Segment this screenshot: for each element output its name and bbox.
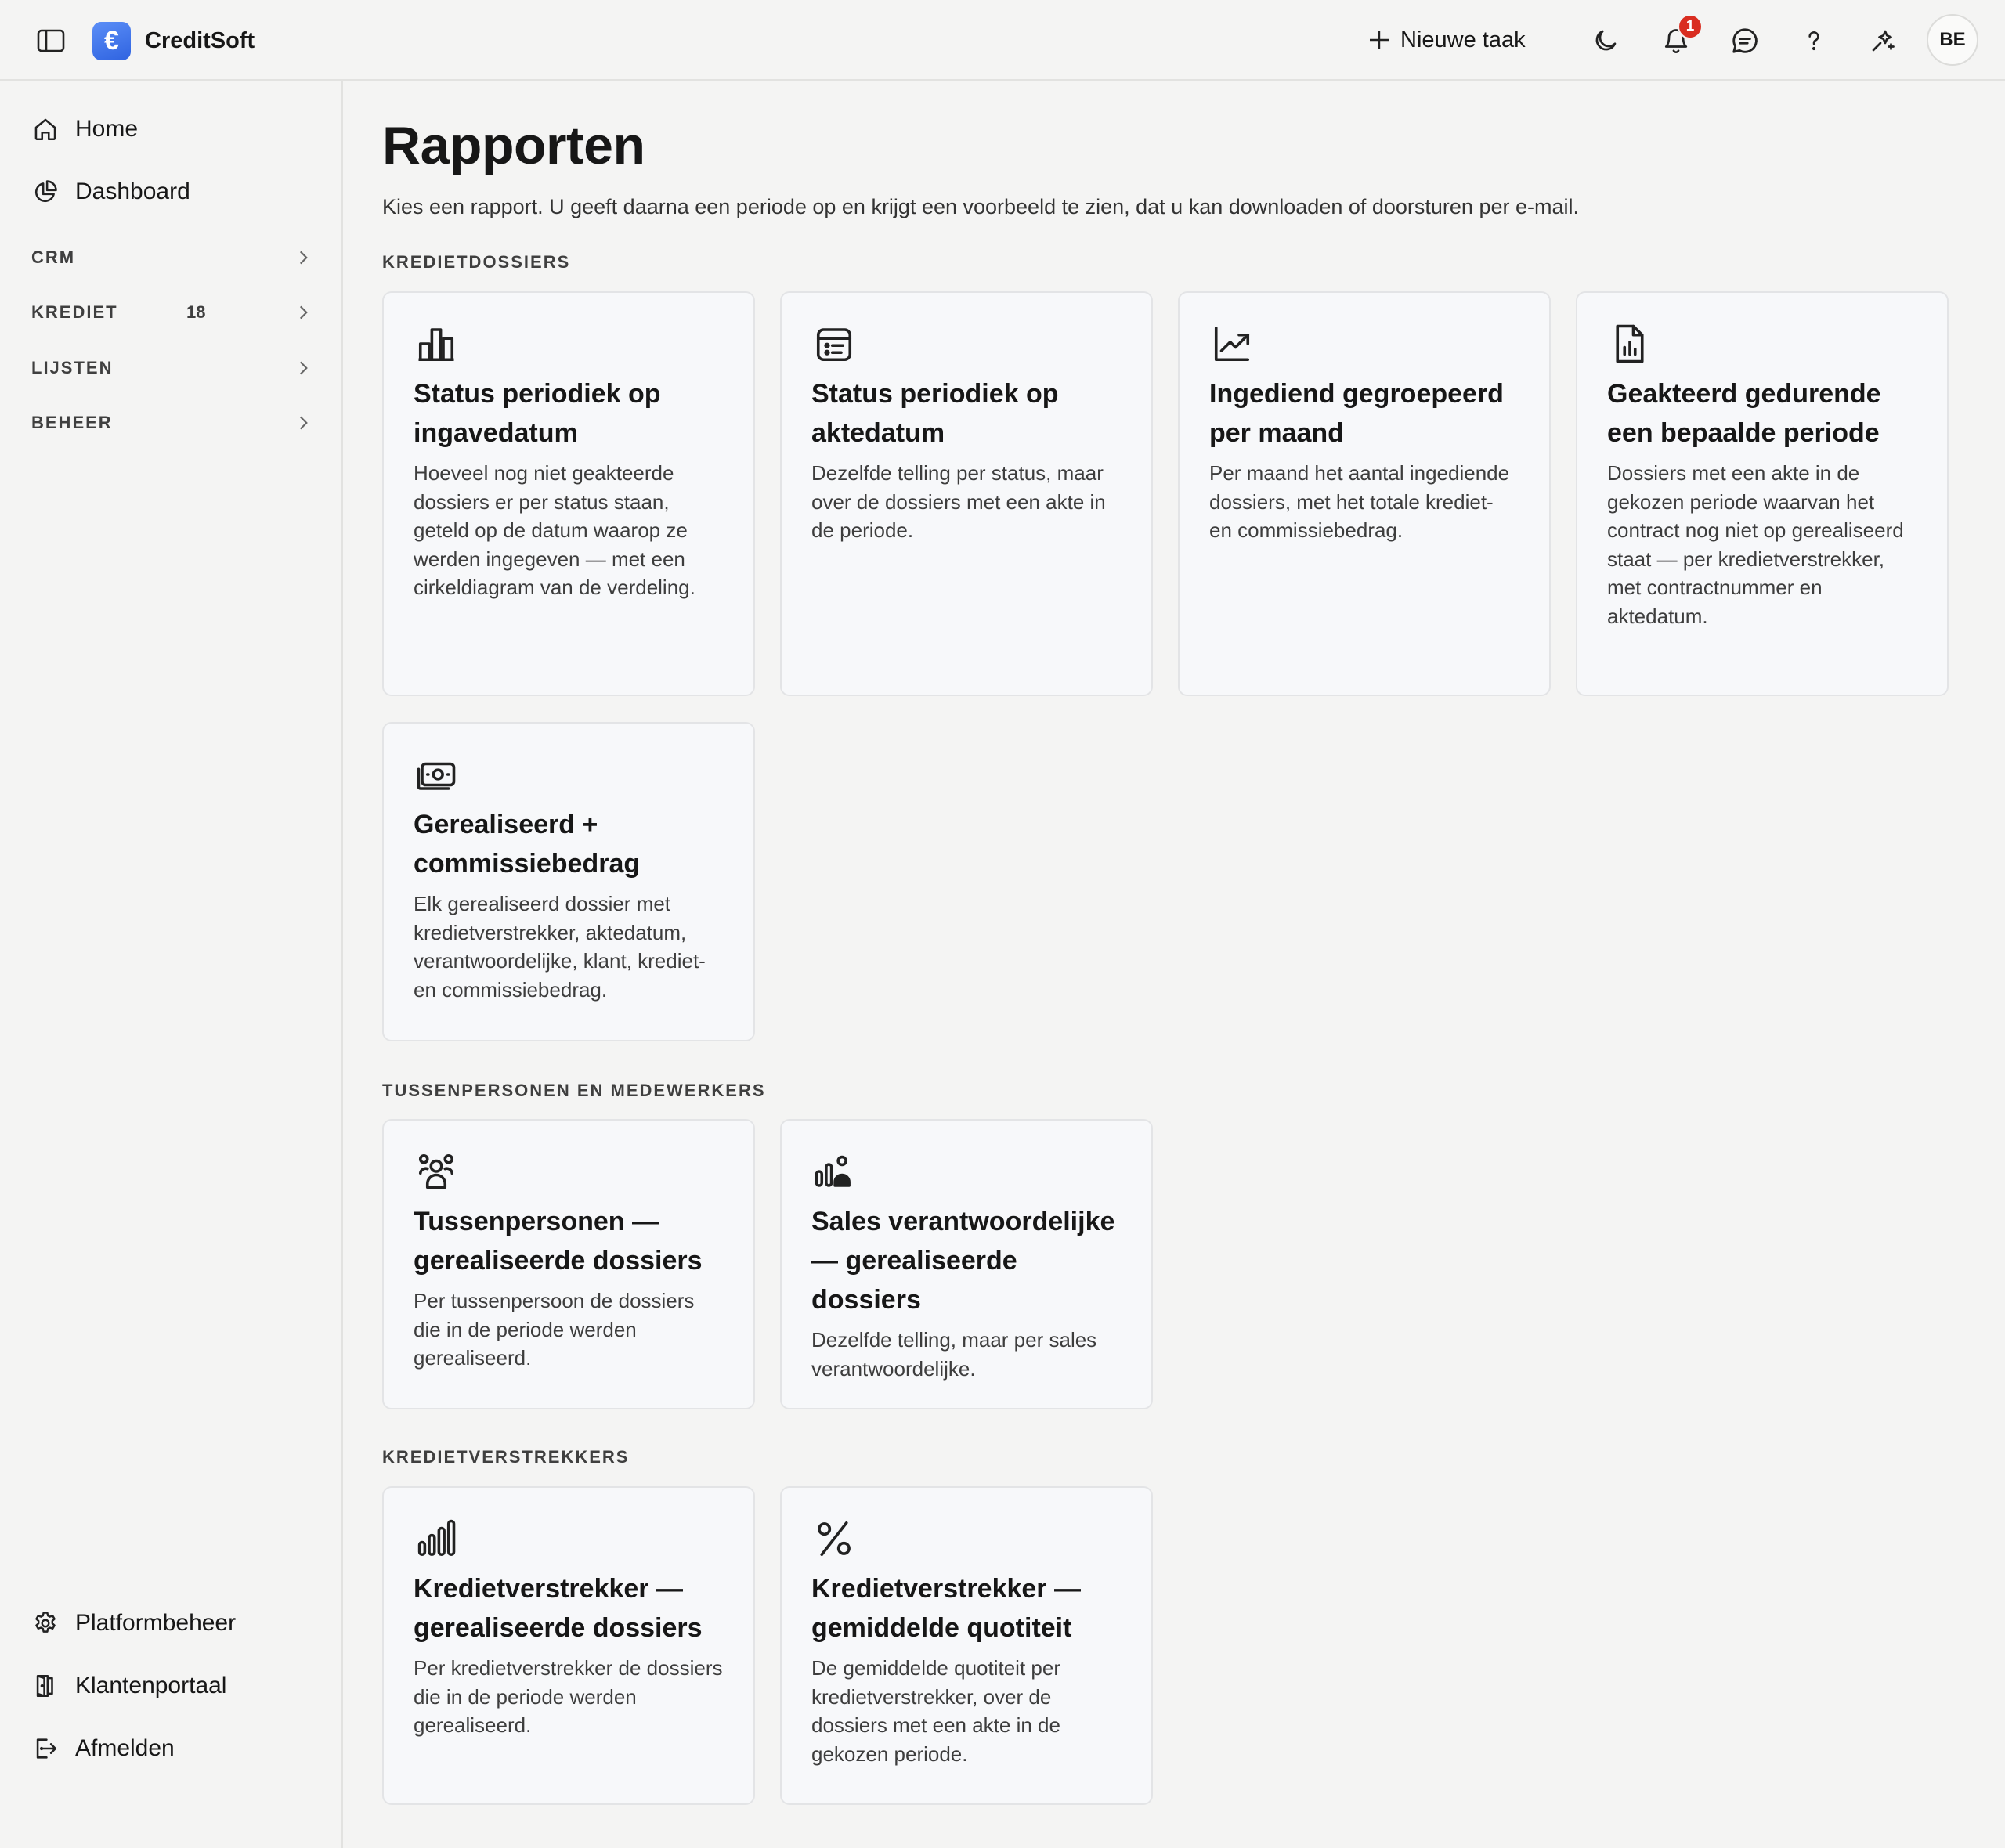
report-card[interactable]: Kredietverstrekker — gemiddelde quotitei… (780, 1486, 1153, 1805)
percent-icon (813, 1518, 855, 1560)
sidebar-group-crm[interactable]: CRM (31, 238, 313, 277)
pie-chart-icon (30, 176, 61, 208)
section-title-kredietdossiers: KREDIETDOSSIERS (382, 252, 571, 272)
bar-chart-icon (415, 323, 457, 365)
sidebar-group-label: CRM (31, 247, 76, 267)
card-title: Gerealiseerd + commissiebedrag (414, 810, 641, 879)
report-card[interactable]: Tussenpersonen — gerealiseerde dossiers … (382, 1119, 755, 1409)
card-description: De gemiddelde quotiteit per kredietverst… (811, 1656, 1060, 1766)
sidebar-item-klantenportaal[interactable]: Klantenportaal (30, 1664, 226, 1708)
sidebar-group-label: LIJSTEN (31, 358, 114, 377)
sidebar-group-lijsten[interactable]: LIJSTEN (31, 348, 313, 388)
user-avatar[interactable]: BE (1927, 14, 1978, 66)
sidebar-item-dashboard[interactable]: Dashboard (30, 170, 190, 214)
sidebar-group-label: BEHEER (31, 413, 113, 432)
sidebar-item-home[interactable]: Home (30, 107, 138, 151)
chevron-right-icon (299, 251, 308, 265)
section-title-tussenpersonen: TUSSENPERSONEN EN MEDEWERKERS (382, 1081, 766, 1100)
card-description: Per maand het aantal ingediende dossiers… (1209, 461, 1510, 542)
help-icon[interactable] (1795, 22, 1833, 60)
card-description: Elk gerealiseerd dossier met kredietvers… (414, 892, 706, 1002)
card-description: Hoeveel nog niet geakteerde dossiers er … (414, 461, 695, 599)
chat-icon[interactable] (1726, 22, 1764, 60)
sparkle-wand-icon[interactable] (1864, 22, 1902, 60)
bell-icon[interactable]: 1 (1657, 14, 1703, 60)
top-bar: € CreditSoft Nieuwe taak 1 BE (0, 0, 2005, 81)
card-description: Dezelfde telling per status, maar over d… (811, 461, 1106, 542)
file-chart-icon (1609, 323, 1651, 365)
sidebar-item-label: Klantenportaal (75, 1673, 227, 1698)
report-card[interactable]: Kredietverstrekker — gerealiseerde dossi… (382, 1486, 755, 1805)
euro-logo-icon: € (92, 22, 131, 60)
plus-icon (1370, 31, 1389, 49)
calendar-list-icon (813, 323, 855, 365)
page-intro: Kies een rapport. U geeft daarna een per… (382, 195, 1579, 218)
sidebar-item-label: Platformbeheer (75, 1610, 237, 1636)
card-title: Kredietverstrekker — gerealiseerde dossi… (414, 1574, 703, 1643)
trending-up-icon (1211, 323, 1253, 365)
report-card[interactable]: Status periodiek op ingavedatum Hoeveel … (382, 291, 755, 696)
card-description: Per kredietverstrekker de dossiers die i… (414, 1656, 723, 1737)
logout-icon (30, 1733, 61, 1764)
gear-icon (30, 1608, 61, 1639)
sidebar-group-beheer[interactable]: BEHEER (31, 403, 313, 442)
card-description: Dezelfde telling, maar per sales verantw… (811, 1328, 1097, 1381)
report-card[interactable]: Status periodiek op aktedatum Dezelfde t… (780, 291, 1153, 696)
notification-badge: 1 (1678, 14, 1703, 39)
brand[interactable]: € CreditSoft (92, 22, 255, 60)
new-task-button[interactable]: Nieuwe taak (1367, 23, 1526, 56)
chevron-right-icon (299, 361, 308, 375)
door-open-icon (30, 1670, 61, 1702)
card-title: Tussenpersonen — gerealiseerde dossiers (414, 1207, 703, 1276)
banknote-icon (415, 753, 457, 796)
report-card[interactable]: Geakteerd gedurende een bepaalde periode… (1576, 291, 1949, 696)
app-name: CreditSoft (145, 28, 255, 53)
home-icon (30, 114, 61, 145)
chevron-right-icon (299, 305, 308, 319)
sidebar-group-label: KREDIET (31, 302, 118, 322)
sidebar-group-count: 18 (186, 302, 206, 322)
report-card[interactable]: Sales verantwoordelijke — gerealiseerde … (780, 1119, 1153, 1409)
card-description: Per tussenpersoon de dossiers die in de … (414, 1289, 695, 1370)
card-title: Sales verantwoordelijke — gerealiseerde … (811, 1207, 1115, 1315)
sidebar-item-afmelden[interactable]: Afmelden (30, 1727, 175, 1770)
new-task-label: Nieuwe taak (1400, 27, 1526, 52)
moon-icon[interactable] (1587, 22, 1624, 60)
signal-bars-icon (415, 1518, 457, 1560)
card-title: Kredietverstrekker — gemiddelde quotitei… (811, 1574, 1081, 1643)
card-title: Ingediend gegroepeerd per maand (1209, 379, 1504, 448)
users-group-icon (415, 1150, 457, 1193)
report-card[interactable]: Ingediend gegroepeerd per maand Per maan… (1178, 291, 1551, 696)
card-title: Geakteerd gedurende een bepaalde periode (1607, 379, 1881, 448)
sidebar-item-label: Afmelden (75, 1735, 175, 1761)
sidebar: Home Dashboard CRM KREDIET 18 LIJSTEN BE… (0, 81, 343, 1848)
sidebar-item-label: Dashboard (75, 179, 190, 204)
report-card[interactable]: Gerealiseerd + commissiebedrag Elk gerea… (382, 722, 755, 1041)
chevron-right-icon (299, 416, 308, 430)
card-description: Dossiers met een akte in de gekozen peri… (1607, 461, 1904, 628)
sidebar-toggle-icon[interactable] (31, 25, 70, 56)
card-title: Status periodiek op aktedatum (811, 379, 1059, 448)
sidebar-group-krediet[interactable]: KREDIET 18 (31, 293, 313, 332)
sidebar-item-label: Home (75, 116, 139, 142)
user-chart-icon (813, 1150, 855, 1193)
page-title: Rapporten (382, 116, 645, 175)
sidebar-item-platformbeheer[interactable]: Platformbeheer (30, 1601, 236, 1645)
card-title: Status periodiek op ingavedatum (414, 379, 661, 448)
section-title-kredietverstrekkers: KREDIETVERSTREKKERS (382, 1447, 630, 1467)
